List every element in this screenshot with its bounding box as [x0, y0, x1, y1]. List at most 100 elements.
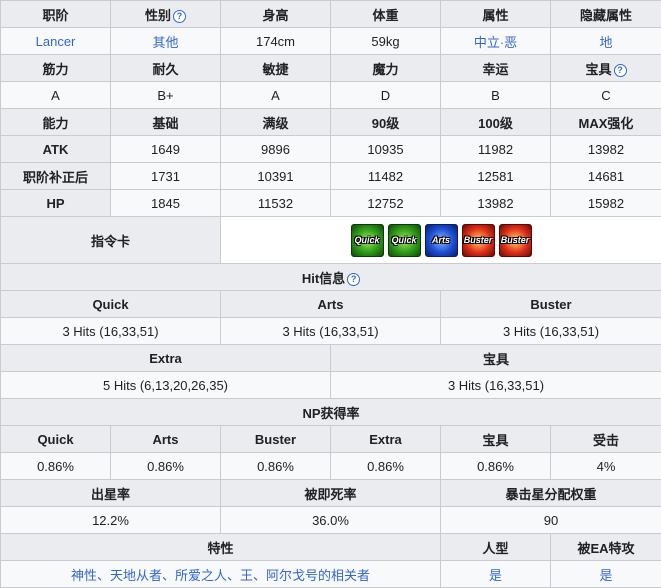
hits-header-row-2: Extra 宝具 — [1, 345, 661, 372]
header-ability: 能力 — [1, 109, 111, 136]
header-hits-extra: Extra — [1, 345, 331, 372]
params-value-row: A B+ A D B C — [1, 82, 661, 109]
header-star-weight: 暴击星分配权重 — [441, 480, 661, 507]
header-noble-phantasm: 宝具? — [551, 55, 661, 82]
header-hits-quick: Quick — [1, 291, 221, 318]
stat-value: 14681 — [551, 163, 661, 190]
header-base: 基础 — [111, 109, 221, 136]
hits-quick-value: 3 Hits (16,33,51) — [1, 318, 221, 345]
stat-value: 13982 — [551, 136, 661, 163]
header-max-fou: MAX强化 — [551, 109, 661, 136]
stats-row-atk: ATK 1649 9896 10935 11982 13982 — [1, 136, 661, 163]
np-quick-value: 0.86% — [1, 453, 111, 480]
gender-help-icon[interactable]: ? — [173, 10, 186, 23]
header-weight: 体重 — [331, 1, 441, 28]
alignment-link[interactable]: 中立·恶 — [441, 28, 551, 55]
header-strength: 筋力 — [1, 55, 111, 82]
ea-weak-link[interactable]: 是 — [551, 561, 661, 588]
header-height: 身高 — [221, 1, 331, 28]
stat-value: 11482 — [331, 163, 441, 190]
strength-value: A — [1, 82, 111, 109]
hidden-attribute-link[interactable]: 地 — [551, 28, 661, 55]
hits-arts-value: 3 Hits (16,33,51) — [221, 318, 441, 345]
header-class: 职阶 — [1, 1, 111, 28]
humanoid-link[interactable]: 是 — [441, 561, 551, 588]
stat-value: 15982 — [551, 190, 661, 217]
stat-value: 11982 — [441, 136, 551, 163]
traits-link[interactable]: 神性、天地从者、所爱之人、王、阿尔戈号的相关者 — [1, 561, 441, 588]
weight-value: 59kg — [331, 28, 441, 55]
header-hits-buster: Buster — [441, 291, 661, 318]
stats-row-class-corrected: 职阶补正后 1731 10391 11482 12581 14681 — [1, 163, 661, 190]
stat-value: 1649 — [111, 136, 221, 163]
luck-value: B — [441, 82, 551, 109]
hits-np-value: 3 Hits (16,33,51) — [331, 372, 661, 399]
header-mana: 魔力 — [331, 55, 441, 82]
np-arts-value: 0.86% — [111, 453, 221, 480]
gender-link[interactable]: 其他 — [111, 28, 221, 55]
header-death-rate: 被即死率 — [221, 480, 441, 507]
stat-value: 11532 — [221, 190, 331, 217]
stat-value: 10935 — [331, 136, 441, 163]
header-star-rate: 出星率 — [1, 480, 221, 507]
quick-card-icon: Quick — [351, 224, 384, 257]
header-alignment: 属性 — [441, 1, 551, 28]
header-agility: 敏捷 — [221, 55, 331, 82]
header-np-arts: Arts — [111, 426, 221, 453]
buster-card-icon: Buster — [499, 224, 532, 257]
stat-value: 12752 — [331, 190, 441, 217]
buster-card-icon: Buster — [462, 224, 495, 257]
np-extra-value: 0.86% — [331, 453, 441, 480]
height-value: 174cm — [221, 28, 331, 55]
agility-value: A — [221, 82, 331, 109]
star-value-row: 12.2% 36.0% 90 — [1, 507, 661, 534]
quick-card-icon: Quick — [388, 224, 421, 257]
servant-info-table: 职阶 性别? 身高 体重 属性 隐藏属性 Lancer 其他 174cm 59k… — [0, 0, 661, 588]
hits-value-row-2: 5 Hits (6,13,20,26,35) 3 Hits (16,33,51) — [1, 372, 661, 399]
star-header-row: 出星率 被即死率 暴击星分配权重 — [1, 480, 661, 507]
hits-help-icon[interactable]: ? — [347, 273, 360, 286]
stat-value: 1731 — [111, 163, 221, 190]
header-np-quick: Quick — [1, 426, 111, 453]
hits-header-row: Quick Arts Buster — [1, 291, 661, 318]
stat-value: 12581 — [441, 163, 551, 190]
header-np-defense: 受击 — [551, 426, 661, 453]
header-traits: 特性 — [1, 534, 441, 561]
np-np-value: 0.86% — [441, 453, 551, 480]
stat-label: 职阶补正后 — [1, 163, 111, 190]
header-np-np: 宝具 — [441, 426, 551, 453]
header-np-buster: Buster — [221, 426, 331, 453]
basic-value-row: Lancer 其他 174cm 59kg 中立·恶 地 — [1, 28, 661, 55]
header-gender: 性别? — [111, 1, 221, 28]
star-weight-value: 90 — [441, 507, 661, 534]
np-header-row: Quick Arts Buster Extra 宝具 受击 — [1, 426, 661, 453]
stat-label: ATK — [1, 136, 111, 163]
traits-header-row: 特性 人型 被EA特攻 — [1, 534, 661, 561]
hits-title: Hit信息? — [1, 264, 661, 291]
death-rate-value: 36.0% — [221, 507, 441, 534]
np-title: NP获得率 — [1, 399, 661, 426]
np-buster-value: 0.86% — [221, 453, 331, 480]
stat-value: 13982 — [441, 190, 551, 217]
noble-phantasm-value: C — [551, 82, 661, 109]
command-cards-label: 指令卡 — [1, 217, 221, 264]
class-link[interactable]: Lancer — [1, 28, 111, 55]
stat-value: 1845 — [111, 190, 221, 217]
header-humanoid: 人型 — [441, 534, 551, 561]
header-hits-arts: Arts — [221, 291, 441, 318]
star-rate-value: 12.2% — [1, 507, 221, 534]
hits-title-row: Hit信息? — [1, 264, 661, 291]
command-card-list: Quick Quick Arts Buster Buster — [351, 224, 532, 257]
np-value-row: 0.86% 0.86% 0.86% 0.86% 0.86% 4% — [1, 453, 661, 480]
header-luck: 幸运 — [441, 55, 551, 82]
traits-value-row: 神性、天地从者、所爱之人、王、阿尔戈号的相关者 是 是 — [1, 561, 661, 588]
stats-header-row: 能力 基础 满级 90级 100级 MAX强化 — [1, 109, 661, 136]
hits-value-row: 3 Hits (16,33,51) 3 Hits (16,33,51) 3 Hi… — [1, 318, 661, 345]
command-cards-cell: Quick Quick Arts Buster Buster — [221, 217, 661, 264]
arts-card-icon: Arts — [425, 224, 458, 257]
basic-header-row: 职阶 性别? 身高 体重 属性 隐藏属性 — [1, 1, 661, 28]
header-level-90: 90级 — [331, 109, 441, 136]
header-hits-np: 宝具 — [331, 345, 661, 372]
np-defense-value: 4% — [551, 453, 661, 480]
np-help-icon[interactable]: ? — [614, 64, 627, 77]
